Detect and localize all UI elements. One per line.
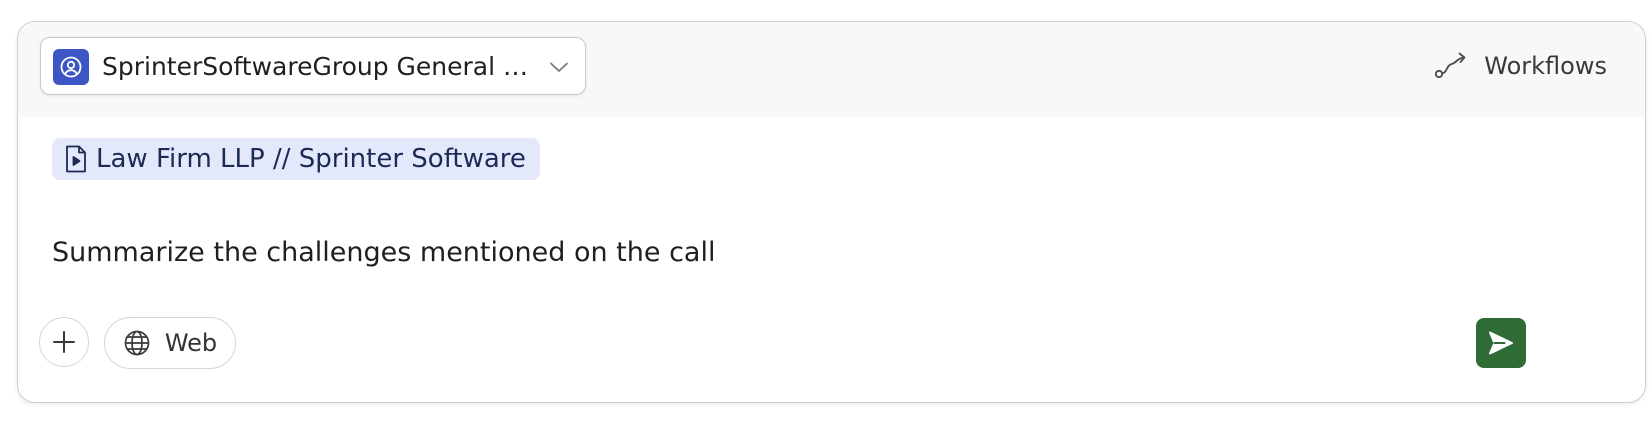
chat-composer: SprinterSoftwareGroup General Assis... W… [17,21,1646,403]
web-label: Web [164,329,218,357]
prompt-input[interactable]: Summarize the challenges mentioned on th… [52,236,715,270]
assistant-name: SprinterSoftwareGroup General Assis... [102,52,532,81]
composer-header: SprinterSoftwareGroup General Assis... W… [18,22,1645,117]
send-button[interactable] [1476,318,1526,368]
chevron-down-icon [550,62,568,72]
assistant-select-dropdown[interactable]: SprinterSoftwareGroup General Assis... [40,37,586,95]
plus-icon [53,331,75,353]
user-circle-icon [53,49,89,85]
web-search-toggle[interactable]: Web [104,317,236,369]
send-icon [1489,331,1513,355]
video-file-icon [66,145,86,173]
workflows-label: Workflows [1484,52,1607,80]
add-attachment-button[interactable] [39,317,89,367]
workflows-button[interactable]: Workflows [1434,44,1607,88]
workflow-route-icon [1435,52,1466,79]
globe-icon [124,330,150,356]
context-document-chip[interactable]: Law Firm LLP // Sprinter Software [52,138,540,180]
context-chip-label: Law Firm LLP // Sprinter Software [96,144,526,174]
